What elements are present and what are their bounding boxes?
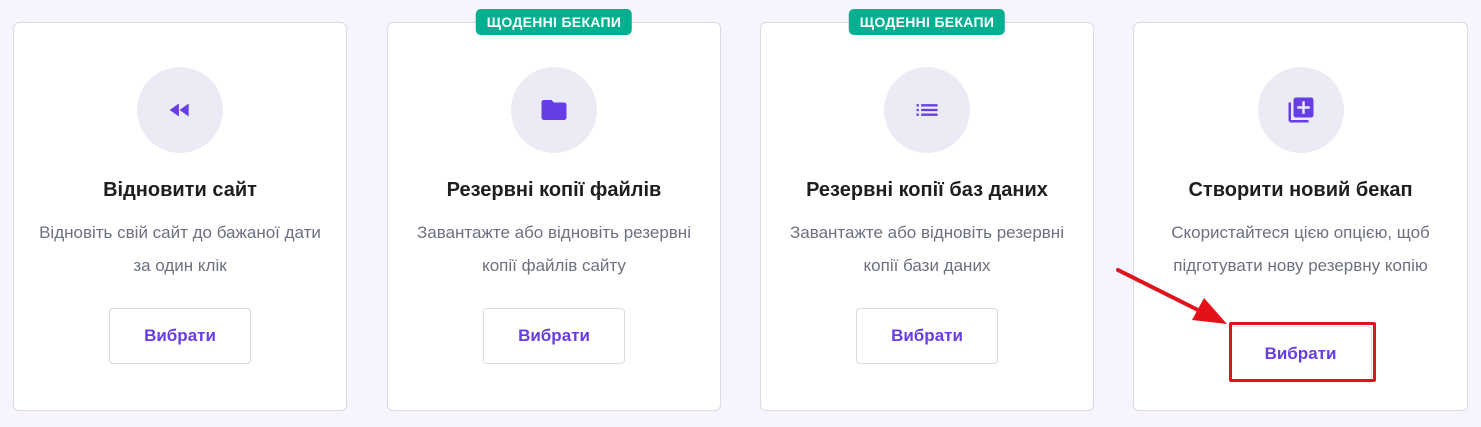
create-backup-card: Створити новий бекап Скористайтеся цією … bbox=[1133, 22, 1468, 411]
daily-backups-badge: ЩОДЕННІ БЕКАПИ bbox=[475, 9, 633, 35]
select-button[interactable]: Вибрати bbox=[109, 308, 251, 364]
select-button[interactable]: Вибрати bbox=[483, 308, 625, 364]
select-button[interactable]: Вибрати bbox=[856, 308, 998, 364]
daily-backups-badge: ЩОДЕННІ БЕКАПИ bbox=[848, 9, 1006, 35]
folder-icon bbox=[511, 67, 597, 153]
card-title: Відновити сайт bbox=[103, 179, 257, 201]
restore-site-card: Відновити сайт Відновіть свій сайт до ба… bbox=[13, 22, 347, 411]
select-button[interactable]: Вибрати bbox=[1229, 326, 1372, 382]
library-add-icon bbox=[1257, 67, 1344, 153]
list-icon bbox=[884, 67, 970, 153]
database-backups-card: ЩОДЕННІ БЕКАПИ Резервні копії баз даних … bbox=[760, 9, 1094, 411]
card-title: Створити новий бекап bbox=[1188, 179, 1413, 201]
card-description: Відновіть свій сайт до бажаної дати за о… bbox=[39, 223, 321, 275]
card-description: Завантажте або відновіть резервні копії … bbox=[417, 223, 691, 275]
card-title: Резервні копії баз даних bbox=[806, 179, 1048, 201]
file-backups-card: ЩОДЕННІ БЕКАПИ Резервні копії файлів Зав… bbox=[387, 9, 721, 411]
card-description: Скористайтеся цією опцією, щоб підготува… bbox=[1171, 223, 1430, 275]
card-title: Резервні копії файлів bbox=[446, 179, 662, 201]
rewind-icon bbox=[137, 67, 223, 153]
card-description: Завантажте або відновіть резервні копії … bbox=[790, 223, 1064, 275]
